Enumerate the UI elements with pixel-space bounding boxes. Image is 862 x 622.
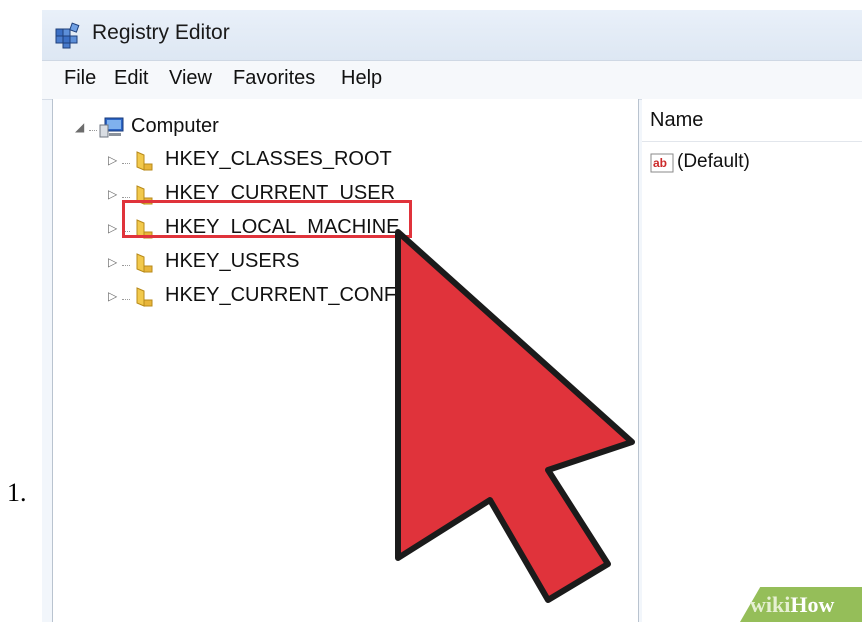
registry-editor-icon (55, 22, 80, 49)
collapsed-arrow-icon[interactable]: ▷ (108, 255, 117, 269)
column-separator (642, 141, 862, 142)
menu-favorites[interactable]: Favorites (233, 67, 315, 90)
tree-item-hkey-classes-root[interactable]: ▷ HKEY_CLASSES_ROOT (53, 148, 413, 178)
value-name: (Default) (677, 151, 750, 172)
string-value-icon: ab (650, 153, 674, 173)
menu-file[interactable]: File (64, 67, 96, 90)
tree-item-computer[interactable]: ◢ Computer (53, 115, 353, 145)
menu-edit[interactable]: Edit (114, 67, 148, 90)
svg-text:ab: ab (653, 156, 667, 170)
column-header-name[interactable]: Name (650, 109, 703, 132)
tree-item-label: Computer (131, 115, 219, 137)
collapsed-arrow-icon[interactable]: ▷ (108, 221, 117, 235)
folder-icon (136, 253, 153, 273)
menu-bar: File Edit View Favorites Help (42, 60, 862, 100)
folder-icon (136, 287, 153, 307)
collapsed-arrow-icon[interactable]: ▷ (108, 187, 117, 201)
tree-item-label: HKEY_USERS (165, 250, 300, 272)
collapsed-arrow-icon[interactable]: ▷ (108, 153, 117, 167)
title-bar: Registry Editor (42, 10, 862, 60)
folder-icon (136, 151, 153, 171)
pointer-arrow-icon (395, 229, 635, 603)
tree-item-label: HKEY_CLASSES_ROOT (165, 148, 392, 170)
wikihow-watermark: wikiHow (750, 592, 835, 617)
expanded-arrow-icon[interactable]: ◢ (75, 120, 84, 134)
menu-help[interactable]: Help (341, 67, 382, 90)
collapsed-arrow-icon[interactable]: ▷ (108, 289, 117, 303)
step-number: 1. (7, 478, 27, 507)
menu-view[interactable]: View (169, 67, 212, 90)
window-title: Registry Editor (92, 21, 230, 44)
computer-icon (99, 117, 124, 138)
values-list-pane[interactable]: Name ab (Default) (642, 99, 862, 622)
